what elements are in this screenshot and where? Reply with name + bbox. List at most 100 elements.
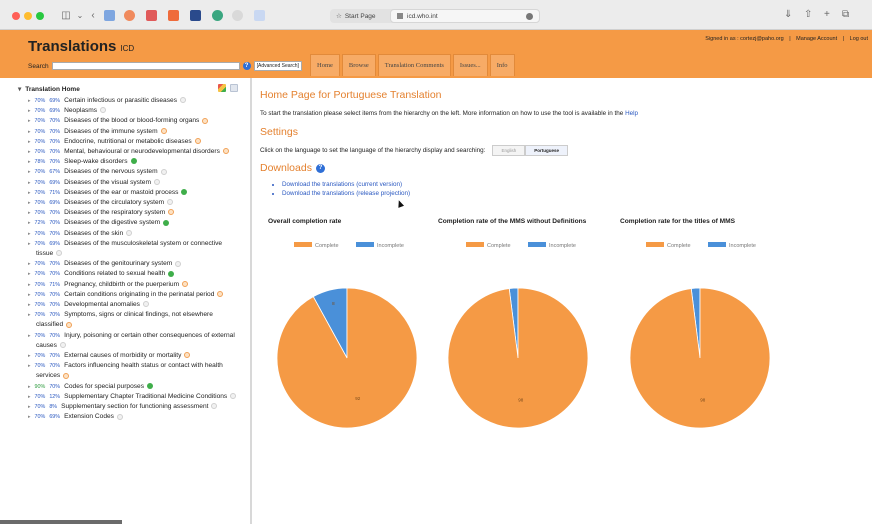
extension-icon[interactable] — [212, 10, 223, 21]
tree-item[interactable]: ▸ 70% 69% Extension Codes — [28, 412, 238, 422]
expand-arrow-icon[interactable]: ▸ — [28, 220, 31, 226]
expand-arrow-icon[interactable]: ▸ — [28, 302, 31, 308]
tree-item[interactable]: ▸ 70% 70% Factors influencing health status… — [28, 361, 238, 381]
minimize-window-button[interactable] — [24, 12, 32, 20]
tree-item[interactable]: ▸ 70% 69% Diseases of the musculoskeletal s… — [28, 239, 238, 259]
tree-item-label[interactable]: Diseases of the respiratory system — [64, 209, 165, 216]
tree-item-label[interactable]: Codes for special purposes — [64, 383, 144, 390]
expand-arrow-icon[interactable]: ▸ — [28, 261, 31, 267]
expand-arrow-icon[interactable]: ▸ — [28, 363, 31, 369]
close-tab-icon[interactable] — [526, 13, 533, 20]
expand-arrow-icon[interactable]: ▸ — [28, 118, 31, 124]
pie-slice-incomplete[interactable] — [508, 287, 519, 359]
tree-item[interactable]: ▸ 78% 70% Sleep-wake disorders — [28, 157, 238, 167]
tree-item[interactable]: ▸ 70% 70% Symptoms, signs or clinical findi… — [28, 310, 238, 330]
tree-item-label[interactable]: Sleep-wake disorders — [64, 158, 127, 165]
translation-home-link[interactable]: Translation Home — [18, 85, 80, 93]
expand-arrow-icon[interactable]: ▸ — [28, 200, 31, 206]
search-input[interactable] — [51, 62, 240, 70]
expand-arrow-icon[interactable]: ▸ — [28, 404, 31, 410]
tab-issues[interactable]: Issues... — [452, 54, 488, 76]
tree-item-label[interactable]: Certain infectious or parasitic diseases — [64, 97, 177, 104]
extension-icon[interactable] — [146, 10, 157, 21]
help-icon[interactable]: ? — [315, 163, 325, 173]
expand-arrow-icon[interactable]: ▸ — [28, 98, 31, 104]
tree-item[interactable]: ▸ 70% 70% Diseases of the blood or blood-fo… — [28, 116, 238, 126]
tree-item[interactable]: ▸ 70% 70% Conditions related to sexual heal… — [28, 269, 238, 279]
tree-item-label[interactable]: Diseases of the ear or mastoid process — [64, 189, 178, 196]
tree-item[interactable]: ▸ 70% 71% Diseases of the ear or mastoid pr… — [28, 188, 238, 198]
expand-arrow-icon[interactable]: ▸ — [28, 210, 31, 216]
tree-item[interactable]: ▸ 70% 70% Developmental anomalies — [28, 300, 238, 310]
tree-item[interactable]: ▸ 70% 12% Supplementary Chapter Traditional… — [28, 392, 238, 402]
pie-slice-complete[interactable] — [629, 287, 771, 429]
expand-arrow-icon[interactable]: ▸ — [28, 353, 31, 359]
expand-arrow-icon[interactable]: ▸ — [28, 241, 31, 247]
tree-item[interactable]: ▸ 70% 69% Certain infectious or parasitic d… — [28, 96, 238, 106]
tree-item-label[interactable]: Diseases of the blood or blood-forming o… — [64, 117, 199, 124]
tree-item-label[interactable]: Diseases of the skin — [64, 230, 123, 237]
tree-item-label[interactable]: Injury, poisoning or certain other conse… — [36, 332, 235, 349]
expand-arrow-icon[interactable]: ▸ — [28, 108, 31, 114]
back-icon[interactable]: ‹ — [88, 9, 98, 22]
tab-overview-icon[interactable]: ⧉ — [842, 9, 849, 20]
pie-slice-incomplete[interactable] — [312, 287, 348, 359]
refresh-icon[interactable] — [230, 84, 238, 92]
tree-item[interactable]: ▸ 70% 70% Diseases of the respiratory syste… — [28, 208, 238, 218]
tree-item[interactable]: ▸ 70% 70% Diseases of the skin — [28, 229, 238, 239]
close-window-button[interactable] — [12, 12, 20, 20]
expand-arrow-icon[interactable]: ▸ — [28, 169, 31, 175]
extension-icon[interactable] — [104, 10, 115, 21]
expand-arrow-icon[interactable]: ▸ — [28, 149, 31, 155]
new-tab-icon[interactable]: + — [824, 9, 830, 20]
tree-item-label[interactable]: Neoplasms — [64, 107, 97, 114]
chevron-down-icon[interactable]: ⌄ — [76, 9, 84, 22]
tree-item-label[interactable]: Diseases of the immune system — [64, 128, 157, 135]
tree-item[interactable]: ▸ 72% 70% Diseases of the digestive system — [28, 218, 238, 228]
expand-arrow-icon[interactable]: ▸ — [28, 190, 31, 196]
tree-item[interactable]: ▸ 70% 70% External causes of morbidity or m… — [28, 351, 238, 361]
tree-item[interactable]: ▸ 70% 69% Neoplasms — [28, 106, 238, 116]
tree-item-label[interactable]: Diseases of the circulatory system — [64, 199, 164, 206]
extension-icon[interactable] — [232, 10, 243, 21]
expand-arrow-icon[interactable]: ▸ — [28, 180, 31, 186]
logout-link[interactable]: Log out — [850, 36, 868, 42]
tree-item[interactable]: ▸ 70% 8% Supplementary section for function… — [28, 402, 238, 412]
tree-item[interactable]: ▸ 70% 70% Diseases of the immune system — [28, 127, 238, 137]
expand-arrow-icon[interactable]: ▸ — [28, 271, 31, 277]
tree-item[interactable]: ▸ 70% 67% Diseases of the nervous system — [28, 167, 238, 177]
tree-item-label[interactable]: Mental, behavioural or neurodevelopmenta… — [64, 148, 220, 155]
download-release-link[interactable]: Download the translations (release proje… — [282, 190, 410, 199]
expand-arrow-icon[interactable]: ▸ — [28, 414, 31, 420]
expand-arrow-icon[interactable]: ▸ — [28, 394, 31, 400]
tree-item[interactable]: ▸ 70% 70% Mental, behavioural or neurodevel… — [28, 147, 238, 157]
tree-item-label[interactable]: Conditions related to sexual health — [64, 270, 165, 277]
expand-arrow-icon[interactable]: ▸ — [28, 129, 31, 135]
help-icon[interactable]: ? — [242, 62, 251, 70]
expand-arrow-icon[interactable]: ▸ — [28, 231, 31, 237]
share-icon[interactable]: ⇧ — [804, 9, 812, 20]
tree-item[interactable]: ▸ 70% 69% Diseases of the circulatory syste… — [28, 198, 238, 208]
tree-item[interactable]: ▸ 90% 70% Codes for special purposes — [28, 382, 238, 392]
tree-item[interactable]: ▸ 70% 69% Diseases of the visual system — [28, 178, 238, 188]
tab-browse[interactable]: Browse — [341, 54, 376, 76]
sidebar-toggle-icon[interactable]: ◫ — [58, 9, 74, 22]
expand-arrow-icon[interactable]: ▸ — [28, 384, 31, 390]
tree-item[interactable]: ▸ 70% 70% Endocrine, nutritional or metabol… — [28, 137, 238, 147]
tree-item-label[interactable]: Diseases of the nervous system — [64, 168, 157, 175]
download-current-link[interactable]: Download the translations (current versi… — [282, 181, 410, 190]
expand-arrow-icon[interactable]: ▸ — [28, 139, 31, 145]
extension-icon[interactable] — [254, 10, 265, 21]
tree-item[interactable]: ▸ 70% 70% Injury, poisoning or certain othe… — [28, 331, 238, 351]
tree-item-label[interactable]: Diseases of the digestive system — [64, 219, 160, 226]
tree-item-label[interactable]: Symptoms, signs or clinical findings, no… — [36, 311, 213, 328]
tree-item-label[interactable]: Endocrine, nutritional or metabolic dise… — [64, 138, 192, 145]
tree-item-label[interactable]: Developmental anomalies — [64, 301, 140, 308]
expand-arrow-icon[interactable]: ▸ — [28, 312, 31, 318]
manage-account-link[interactable]: Manage Account — [796, 36, 837, 42]
download-icon[interactable]: ⇓ — [784, 9, 792, 20]
expand-arrow-icon[interactable]: ▸ — [28, 333, 31, 339]
tab-home[interactable]: Home — [310, 54, 340, 76]
pie-slice-incomplete[interactable] — [690, 287, 701, 359]
advanced-search-link[interactable]: [Advanced Search] — [253, 61, 302, 71]
